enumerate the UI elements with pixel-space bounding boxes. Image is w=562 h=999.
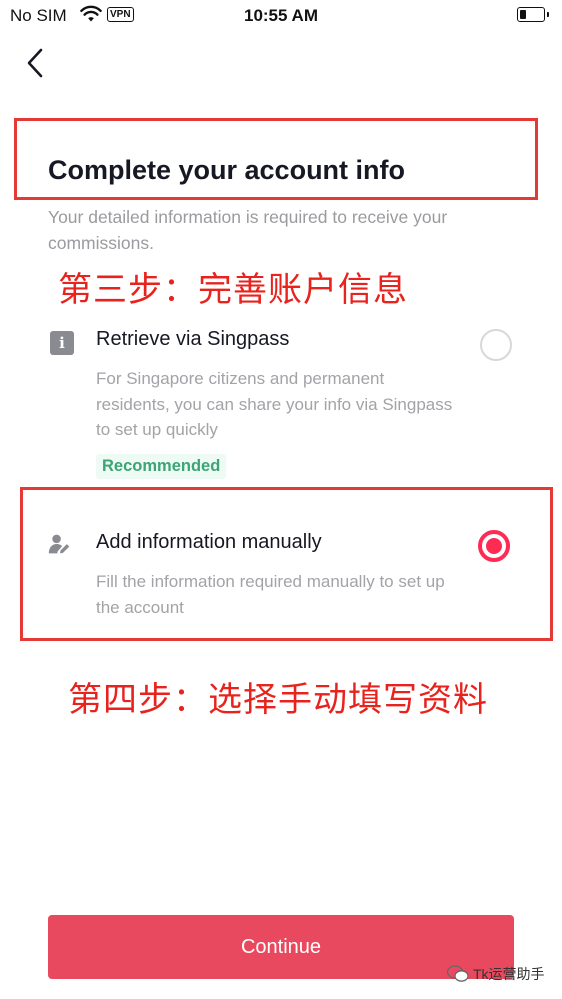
annotation-step4: 第四步：选择手动填写资料 <box>68 680 488 720</box>
annotation-box-title <box>14 118 538 200</box>
option-manual-description: Fill the information required manually t… <box>96 572 445 617</box>
page-subtitle: Your detailed information is required to… <box>48 207 448 253</box>
radio-manual-selected[interactable] <box>478 530 510 562</box>
continue-button[interactable]: Continue <box>48 915 514 979</box>
status-time: 10:55 AM <box>243 6 318 25</box>
radio-singpass[interactable] <box>480 329 512 361</box>
wechat-icon <box>447 965 469 982</box>
option-singpass-title: Retrieve via Singpass <box>96 328 290 350</box>
back-button[interactable] <box>22 46 48 80</box>
watermark-text: Tk运营助手 <box>473 966 545 982</box>
option-manual-title: Add information manually <box>96 531 322 553</box>
annotation-step3: 第三步：完善账户信息 <box>58 270 408 310</box>
info-icon: i <box>50 331 74 355</box>
option-singpass-description: For Singapore citizens and permanent res… <box>96 369 453 439</box>
status-bar: No SIM VPN 10:55 AM <box>0 0 562 32</box>
watermark: Tk运营助手 <box>447 964 545 984</box>
battery-icon <box>517 7 549 22</box>
user-edit-icon <box>48 534 70 554</box>
recommended-badge: Recommended <box>96 454 227 479</box>
